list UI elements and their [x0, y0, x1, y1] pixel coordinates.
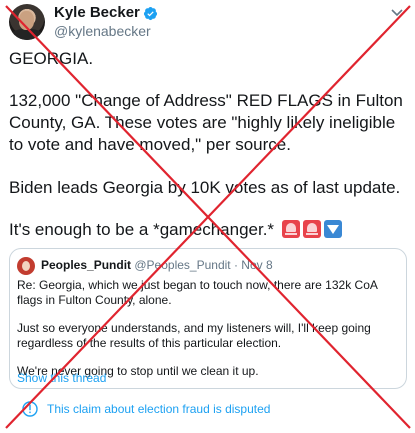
disputed-claim-notice[interactable]: This claim about election fraud is dispu… [9, 389, 407, 429]
quoted-author-meta: @Peoples_Pundit · Nov 8 [134, 258, 273, 272]
quoted-author-avatar [17, 257, 35, 275]
quoted-paragraph: Re: Georgia, which we just began to touc… [17, 278, 378, 307]
author-name-row: Kyle Becker [54, 4, 158, 22]
disputed-claim-text[interactable]: This claim about election fraud is dispu… [47, 402, 270, 416]
tweet-paragraph: 132,000 "Change of Address" RED FLAGS in… [9, 91, 403, 154]
quoted-paragraph: Just so everyone understands, and my lis… [17, 321, 371, 350]
author-handle[interactable]: @kylenabecker [54, 23, 151, 39]
warning-circle-icon [22, 401, 38, 417]
avatar-shirt [11, 29, 43, 40]
quoted-tweet-body: Re: Georgia, which we just began to touc… [17, 278, 403, 379]
show-thread-link[interactable]: Show this thread [17, 371, 106, 385]
down-arrow-icon [323, 220, 342, 238]
tweet-text: GEORGIA. 132,000 "Change of Address" RED… [9, 48, 409, 241]
quoted-tweet-header: Peoples_Pundit @Peoples_Pundit · Nov 8 [41, 256, 273, 274]
avatar-face [19, 11, 34, 30]
chevron-down-icon[interactable] [389, 4, 405, 20]
verified-badge-icon [143, 6, 157, 20]
tweet-paragraph: Biden leads Georgia by 10K votes as of l… [9, 178, 401, 197]
siren-icon [281, 220, 300, 238]
quoted-author-name: Peoples_Pundit [41, 258, 132, 272]
tweet-paragraph: GEORGIA. [9, 49, 94, 68]
author-avatar[interactable] [9, 4, 45, 40]
quoted-tweet[interactable]: Peoples_Pundit @Peoples_Pundit · Nov 8 R… [9, 248, 407, 389]
author-name[interactable]: Kyle Becker [54, 4, 140, 22]
tweet-paragraph-last: It's enough to be a *gamechanger.* [9, 219, 409, 241]
tweet-paragraph-text: It's enough to be a *gamechanger.* [9, 220, 275, 239]
siren-icon [302, 220, 321, 238]
